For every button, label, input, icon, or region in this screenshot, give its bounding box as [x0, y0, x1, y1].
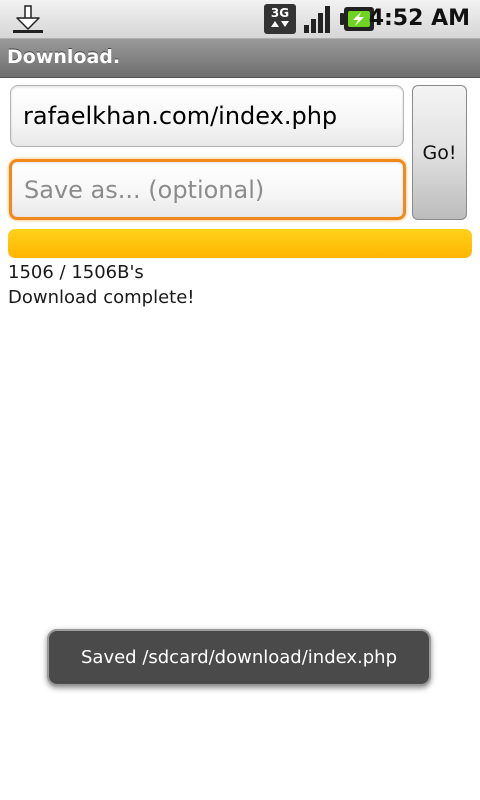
download-notification-icon[interactable] — [10, 4, 46, 34]
save-as-input[interactable] — [9, 159, 406, 220]
screen: 3G 4:52 AM Download. Go! 1506 / 1506B's … — [0, 0, 480, 800]
signal-strength-icon — [304, 6, 330, 33]
bytes-downloaded-text: 1506 / 1506B's — [8, 262, 144, 283]
3g-label: 3G — [271, 6, 289, 20]
url-input[interactable] — [10, 85, 404, 147]
status-bar: 3G 4:52 AM — [0, 0, 480, 39]
3g-data-icon: 3G — [264, 4, 296, 34]
download-progress-fill — [8, 229, 472, 258]
status-clock: 4:52 AM — [368, 6, 470, 31]
toast-message: Saved /sdcard/download/index.php — [80, 647, 398, 668]
saved-toast: Saved /sdcard/download/index.php — [47, 629, 431, 686]
download-status-text: Download complete! — [8, 287, 195, 308]
download-progress-bar — [8, 229, 472, 258]
go-button[interactable]: Go! — [412, 85, 467, 220]
title-bar: Download. — [0, 39, 480, 78]
app-title: Download. — [7, 46, 121, 68]
